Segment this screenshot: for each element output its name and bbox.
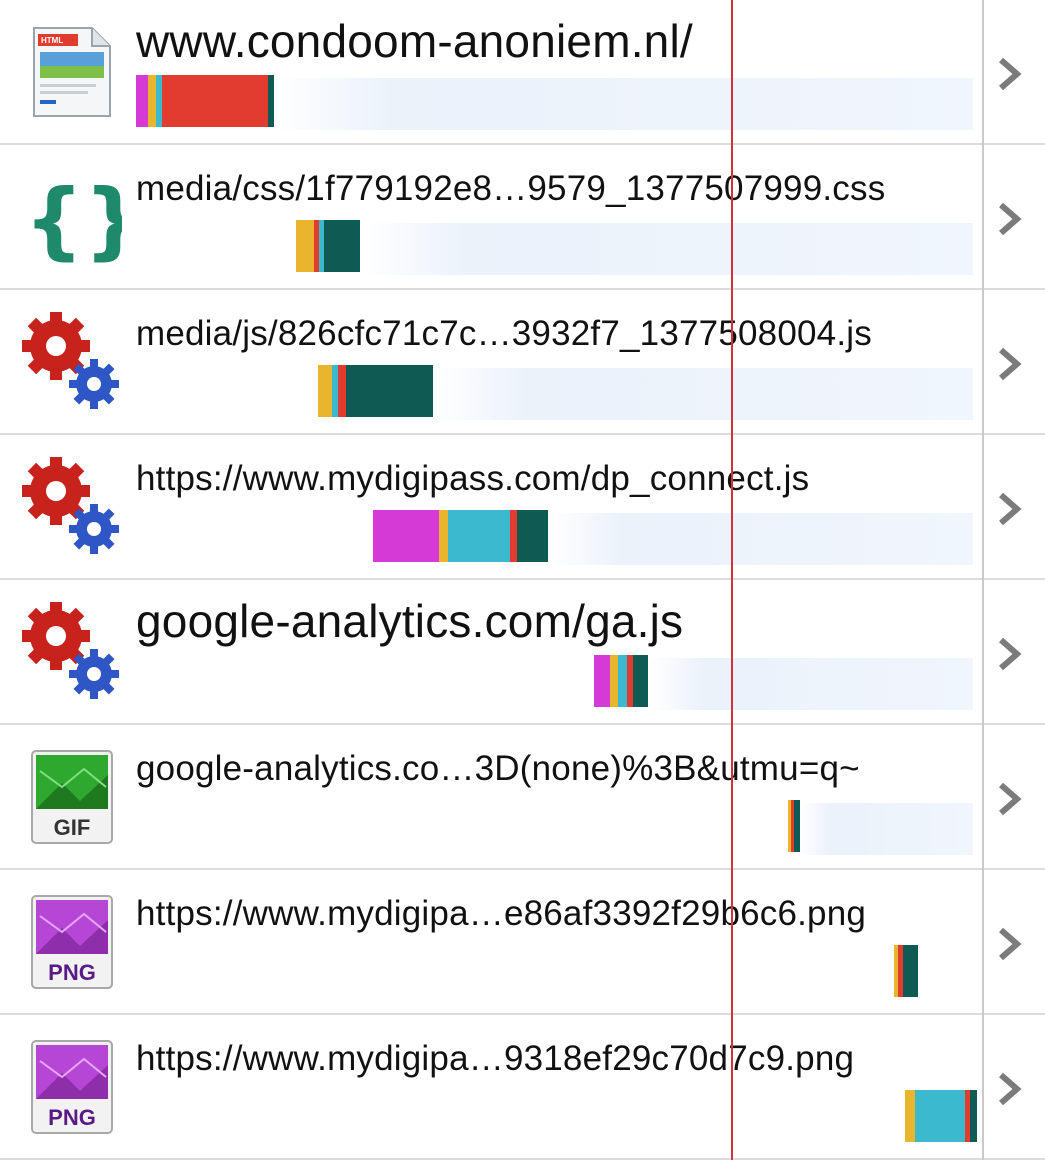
chevron-right-icon[interactable] — [991, 344, 1027, 384]
request-url: media/js/826cfc71c7c…3932f7_1377508004.j… — [136, 314, 872, 353]
chevron-right-icon[interactable] — [991, 1069, 1027, 1109]
download-segment — [324, 220, 360, 272]
gears-script-icon — [22, 457, 119, 554]
connect-segment — [610, 655, 618, 707]
download-segment — [268, 75, 274, 127]
request-row[interactable]: https://www.mydigipass.com/dp_connect.js — [0, 435, 1045, 580]
timing-bar — [905, 1090, 977, 1142]
dns-segment — [136, 75, 148, 127]
timeline-track — [548, 513, 973, 565]
request-url: google-analytics.co…3D(none)%3B&utmu=q~ — [136, 749, 860, 788]
dns-segment — [594, 655, 610, 707]
request-url: https://www.mydigipass.com/dp_connect.js — [136, 459, 810, 498]
dns-segment — [373, 510, 439, 562]
request-url: https://www.mydigipa…e86af3392f29b6c6.pn… — [136, 894, 867, 933]
connect-segment — [296, 220, 314, 272]
request-url: media/css/1f779192e8…9579_1377507999.css — [136, 169, 886, 208]
request-row[interactable]: HTML www.condoom-anoniem.nl/ — [0, 0, 1045, 145]
chevron-right-icon[interactable] — [991, 634, 1027, 674]
request-waterfall-list: HTML www.condoom-anoniem.nl/ {} media/cs… — [0, 0, 1045, 1160]
load-event-marker-line — [731, 0, 733, 1160]
timeline-track — [270, 78, 973, 130]
download-segment — [633, 655, 648, 707]
chevron-right-icon[interactable] — [991, 199, 1027, 239]
gears-script-icon — [22, 602, 119, 699]
download-segment — [346, 365, 433, 417]
gears-script-icon — [22, 312, 119, 409]
chevron-right-icon[interactable] — [991, 54, 1027, 94]
request-row[interactable]: PNG https://www.mydigipa…9318ef29c70d7c9… — [0, 1015, 1045, 1160]
download-segment — [517, 510, 548, 562]
png-image-icon: PNG — [31, 895, 113, 989]
timing-bar — [136, 75, 274, 127]
request-row[interactable]: media/js/826cfc71c7c…3932f7_1377508004.j… — [0, 290, 1045, 435]
timeline-track — [433, 368, 973, 420]
timeline-track — [360, 223, 973, 275]
timeline-track — [800, 803, 973, 855]
connect-segment — [439, 510, 448, 562]
connect-segment — [905, 1090, 915, 1142]
css-braces-icon: {} — [24, 171, 122, 267]
gif-badge-label: GIF — [54, 815, 91, 840]
request-row[interactable]: PNG https://www.mydigipa…e86af3392f29b6c… — [0, 870, 1045, 1015]
request-row[interactable]: GIF google-analytics.co…3D(none)%3B&utmu… — [0, 725, 1045, 870]
wait-segment — [338, 365, 346, 417]
ssl-segment — [915, 1090, 965, 1142]
timing-bar — [894, 945, 918, 997]
svg-text:{}: {} — [24, 171, 122, 267]
chevron-right-icon[interactable] — [991, 489, 1027, 529]
timeline-track — [648, 658, 973, 710]
timing-bar — [318, 365, 433, 417]
wait-segment — [162, 75, 268, 127]
connect-segment — [318, 365, 332, 417]
request-url: google-analytics.com/ga.js — [136, 595, 684, 647]
timing-bar — [594, 655, 648, 707]
download-segment — [903, 945, 918, 997]
chevron-right-icon[interactable] — [991, 924, 1027, 964]
chevron-right-icon[interactable] — [991, 779, 1027, 819]
wait-segment — [510, 510, 517, 562]
request-url: www.condoom-anoniem.nl/ — [136, 15, 693, 67]
timing-bar — [296, 220, 360, 272]
ssl-segment — [448, 510, 510, 562]
timing-bar — [373, 510, 548, 562]
download-segment — [794, 800, 800, 852]
download-segment — [970, 1090, 977, 1142]
connect-segment — [148, 75, 156, 127]
gif-image-icon: GIF — [31, 750, 113, 844]
request-url: https://www.mydigipa…9318ef29c70d7c9.png — [136, 1039, 855, 1078]
request-row[interactable]: google-analytics.com/ga.js — [0, 580, 1045, 725]
html-file-icon: HTML — [33, 27, 111, 117]
png-badge-label: PNG — [48, 960, 96, 985]
png-badge-label: PNG — [48, 1105, 96, 1130]
timing-bar — [788, 800, 800, 852]
png-image-icon: PNG — [31, 1040, 113, 1134]
ssl-segment — [618, 655, 627, 707]
request-row[interactable]: {} media/css/1f779192e8…9579_1377507999.… — [0, 145, 1045, 290]
chevron-column-divider — [982, 0, 984, 1160]
svg-text:HTML: HTML — [41, 36, 63, 45]
